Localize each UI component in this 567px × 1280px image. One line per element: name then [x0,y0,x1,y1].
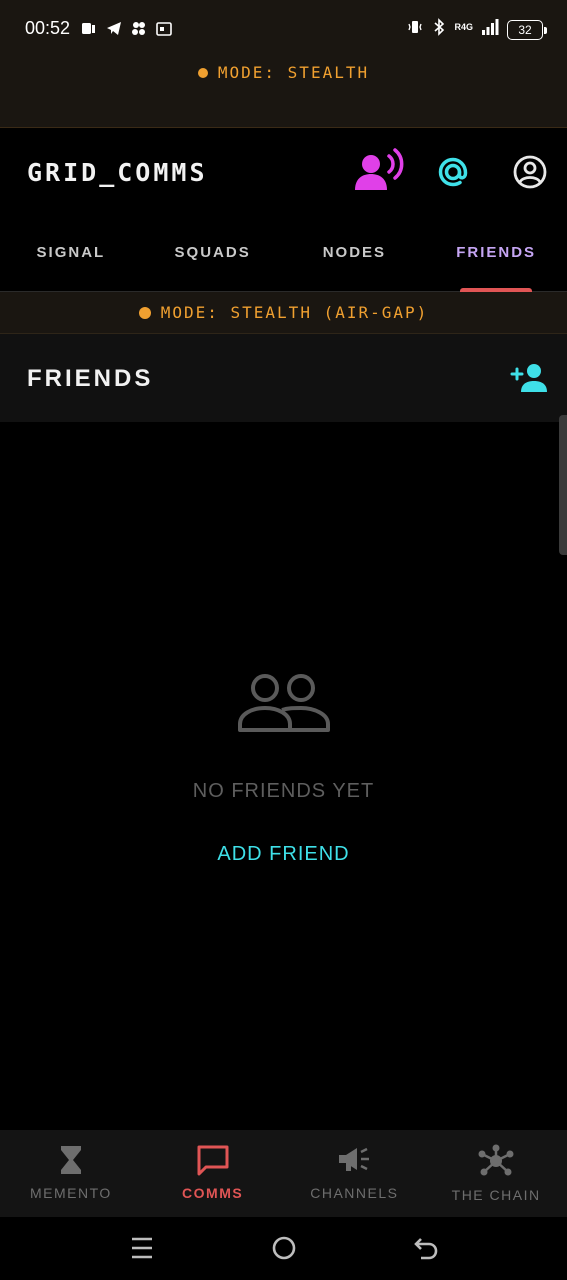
mode-indicator-dot [197,67,208,78]
system-nav-bar [0,1217,567,1280]
scroll-handle[interactable] [559,415,567,555]
tab-signal[interactable]: SIGNAL [0,218,142,291]
back-icon[interactable] [413,1235,439,1266]
mention-icon[interactable] [435,154,471,195]
app-title: GRID_COMMS [27,158,208,187]
nav-channels-label: CHANNELS [310,1185,399,1201]
menu-icon[interactable] [130,1235,154,1266]
vibrate-icon [406,18,424,41]
app-bar: GRID_COMMS [0,128,567,218]
tab-friends[interactable]: FRIENDS [425,218,567,292]
empty-message: NO FRIENDS YET [192,780,375,802]
mode-strip-label: MODE: STEALTH (AIR-GAP) [160,303,429,322]
nav-comms-label: COMMS [182,1185,244,1201]
nav-the-chain[interactable]: THE CHAIN [425,1130,567,1217]
hourglass-icon [58,1146,84,1180]
people-icon [0,670,567,734]
calendar-icon [155,20,172,37]
tab-squads[interactable]: SQUADS [142,218,284,291]
nav-memento[interactable]: MEMENTO [0,1130,142,1217]
status-time: 00:52 [25,18,71,38]
telegram-icon [105,20,122,37]
empty-state: NO FRIENDS YET ADD FRIEND [0,670,567,866]
bluetooth-icon [432,18,446,41]
home-icon[interactable] [271,1235,297,1266]
add-friend-button[interactable]: ADD FRIEND [217,843,349,866]
add-person-icon[interactable] [509,362,549,399]
mode-banner-label: MODE: STEALTH [217,63,370,82]
tab-nodes[interactable]: NODES [284,218,426,291]
signal-icon [481,18,499,41]
bottom-nav: MEMENTO COMMS CHANNELS THE CHAIN [0,1130,567,1217]
nav-the-chain-label: THE CHAIN [451,1187,541,1203]
friends-header: FRIENDS [0,334,567,422]
cluster-app-icon [130,20,147,37]
nav-comms[interactable]: COMMS [142,1130,284,1217]
voice-broadcast-icon[interactable] [353,146,405,199]
megaphone-icon [337,1147,371,1180]
app-notification-icon [80,20,97,37]
section-title: FRIENDS [27,365,154,392]
chat-icon [196,1145,230,1180]
system-status-icons: R4G 32 [406,18,547,41]
status-bar: 00:52 R4G 32 [0,0,567,58]
network-type: R4G [454,21,473,32]
account-icon[interactable] [512,154,548,195]
mode-banner: MODE: STEALTH [0,58,567,128]
nav-memento-label: MEMENTO [29,1185,112,1201]
nav-channels[interactable]: CHANNELS [284,1130,426,1217]
battery-icon: 32 [507,19,547,40]
mode-strip-dot [138,306,151,319]
mode-strip: MODE: STEALTH (AIR-GAP) [0,292,567,334]
notification-icons [80,20,172,37]
tab-bar: SIGNAL SQUADS NODES FRIENDS [0,218,567,292]
network-icon [476,1144,516,1182]
